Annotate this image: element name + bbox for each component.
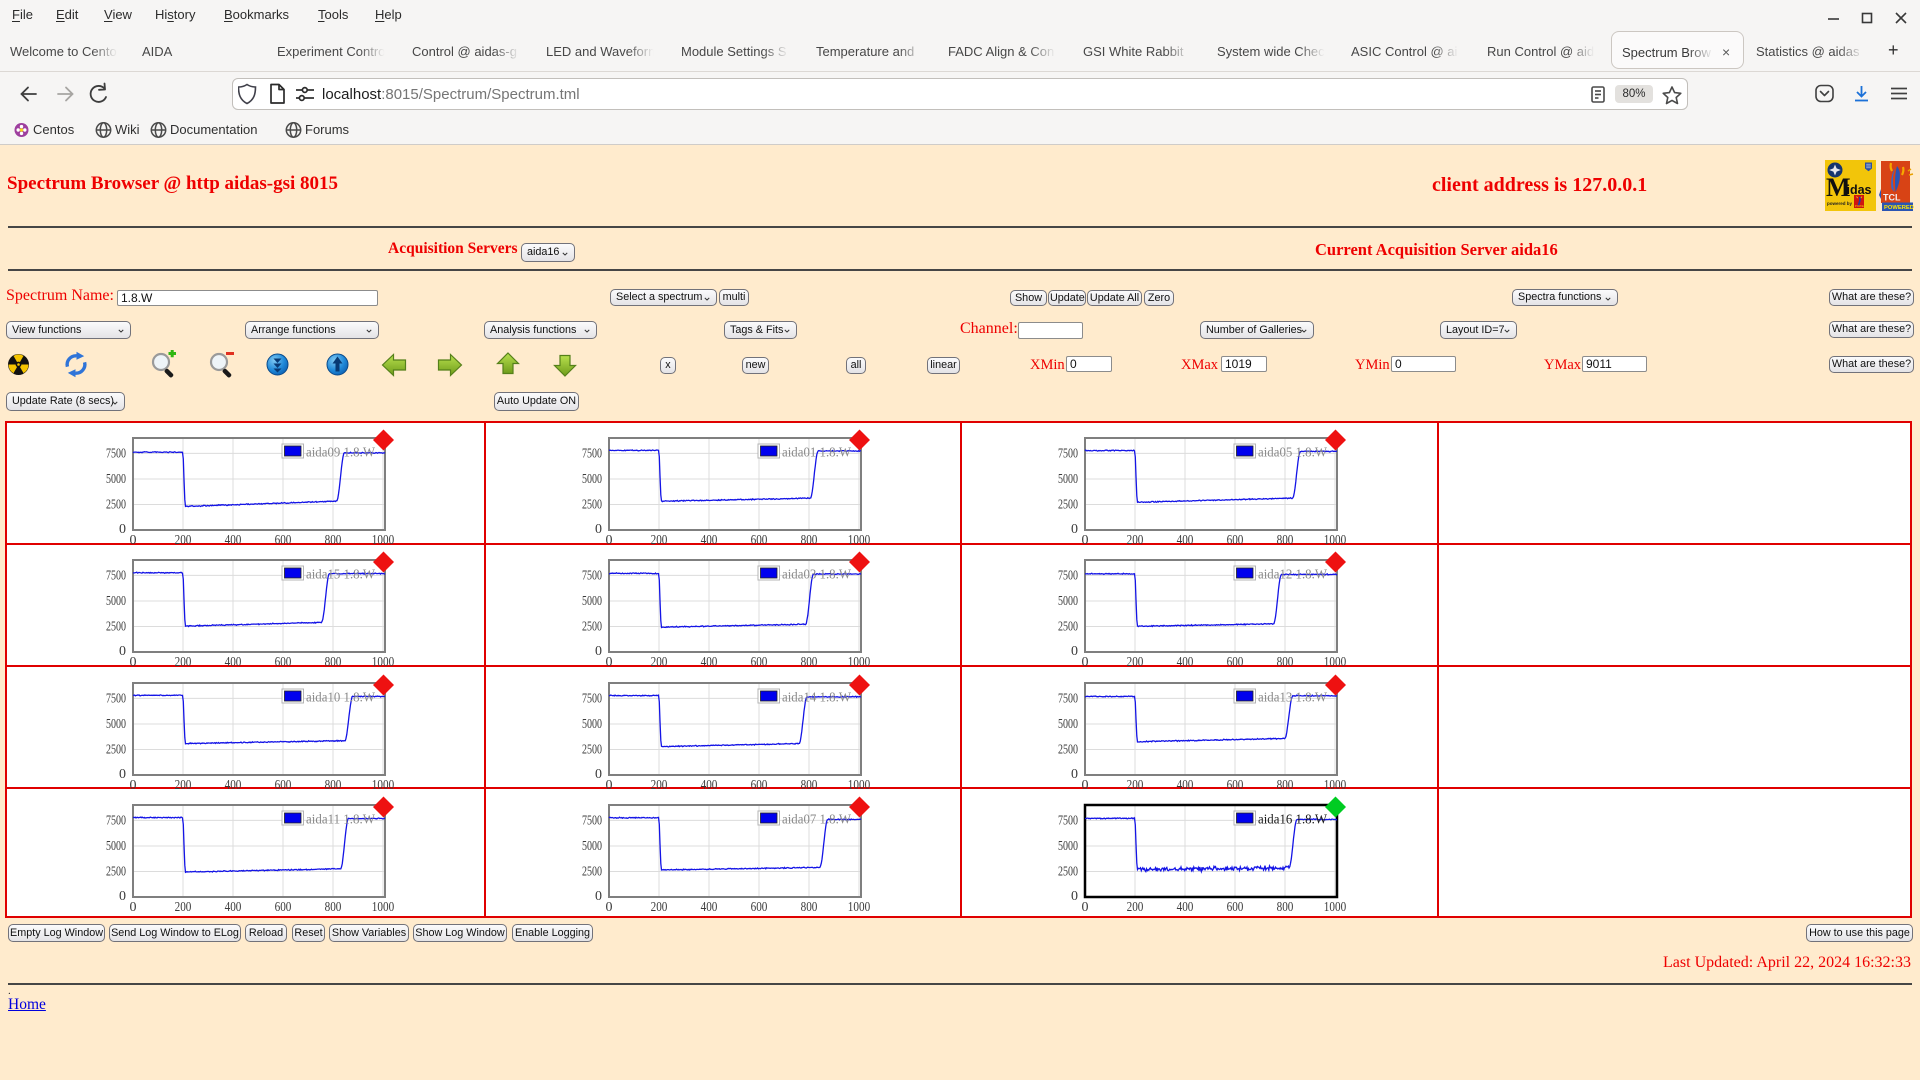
svg-text:2500: 2500 [582,742,602,757]
svg-text:aida09 1.8.W: aida09 1.8.W [306,445,375,460]
svg-text:POWERED: POWERED [1884,205,1914,211]
svg-text:200: 200 [174,900,191,914]
svg-text:7500: 7500 [582,446,602,461]
svg-text:0: 0 [595,767,602,782]
svg-text:2500: 2500 [106,864,126,879]
svg-text:aida16 1.8.W: aida16 1.8.W [1258,811,1327,826]
svg-text:2500: 2500 [582,498,602,513]
svg-text:5000: 5000 [582,472,602,487]
svg-text:aida13 1.8.W: aida13 1.8.W [1258,689,1327,704]
svg-text:5000: 5000 [1058,717,1078,732]
svg-text:7500: 7500 [582,813,602,828]
svg-text:1000: 1000 [1323,900,1345,914]
svg-text:7500: 7500 [106,813,126,828]
svg-text:800: 800 [324,900,341,914]
svg-text:aida05 1.8.W: aida05 1.8.W [1258,445,1327,460]
svg-text:0: 0 [595,522,602,537]
svg-text:0: 0 [119,522,126,537]
svg-text:0: 0 [1071,644,1078,659]
svg-text:2500: 2500 [1058,498,1078,513]
svg-text:2500: 2500 [106,498,126,513]
svg-text:400: 400 [1176,900,1193,914]
svg-text:7500: 7500 [106,569,126,584]
svg-text:7500: 7500 [1058,569,1078,584]
svg-text:idas: idas [1847,183,1872,197]
svg-text:0: 0 [605,900,612,914]
svg-text:0: 0 [1071,522,1078,537]
svg-text:7500: 7500 [1058,691,1078,706]
svg-text:aida07 1.8.W: aida07 1.8.W [782,811,851,826]
svg-text:5000: 5000 [106,717,126,732]
svg-text:powered by: powered by [1827,201,1853,206]
svg-text:5000: 5000 [106,594,126,609]
svg-text:2500: 2500 [106,620,126,635]
svg-text:POWER: POWER [1855,204,1867,208]
svg-text:5000: 5000 [582,594,602,609]
svg-text:200: 200 [650,900,667,914]
svg-text:0: 0 [119,767,126,782]
svg-text:aida01 1.8.W: aida01 1.8.W [782,445,851,460]
svg-text:5000: 5000 [582,839,602,854]
svg-text:0: 0 [119,644,126,659]
svg-text:0: 0 [119,889,126,904]
svg-text:600: 600 [750,900,767,914]
svg-text:800: 800 [1276,900,1293,914]
svg-text:2500: 2500 [106,742,126,757]
svg-text:1000: 1000 [847,900,869,914]
svg-text:400: 400 [224,900,241,914]
svg-text:5000: 5000 [582,717,602,732]
svg-text:200: 200 [1126,900,1143,914]
svg-text:0: 0 [1071,767,1078,782]
svg-text:aida12 1.8.W: aida12 1.8.W [1258,567,1327,582]
svg-text:aida11 1.8.W: aida11 1.8.W [306,811,375,826]
svg-text:aida15 1.8.W: aida15 1.8.W [306,567,375,582]
svg-text:7500: 7500 [582,569,602,584]
svg-text:5000: 5000 [1058,839,1078,854]
svg-text:2500: 2500 [1058,620,1078,635]
svg-text:5000: 5000 [1058,472,1078,487]
svg-text:7500: 7500 [582,691,602,706]
svg-text:0: 0 [129,900,136,914]
svg-text:1000: 1000 [371,900,393,914]
svg-text:2500: 2500 [582,864,602,879]
svg-text:600: 600 [1226,900,1243,914]
svg-text:400: 400 [700,900,717,914]
svg-text:5000: 5000 [106,839,126,854]
svg-text:7500: 7500 [1058,446,1078,461]
svg-text:0: 0 [1071,889,1078,904]
svg-text:2500: 2500 [1058,742,1078,757]
svg-text:5000: 5000 [106,472,126,487]
svg-text:7500: 7500 [1058,813,1078,828]
svg-text:TCL: TCL [1883,193,1901,203]
svg-text:0: 0 [595,644,602,659]
svg-text:2500: 2500 [582,620,602,635]
svg-text:aida14 1.8.W: aida14 1.8.W [782,689,851,704]
svg-text:aida03 1.8.W: aida03 1.8.W [782,567,851,582]
svg-text:0: 0 [1081,900,1088,914]
svg-text:7500: 7500 [106,446,126,461]
svg-text:800: 800 [800,900,817,914]
svg-text:600: 600 [274,900,291,914]
svg-text:aida10 1.8.W: aida10 1.8.W [306,689,375,704]
svg-text:0: 0 [595,889,602,904]
svg-text:7500: 7500 [106,691,126,706]
svg-text:5000: 5000 [1058,594,1078,609]
svg-text:2500: 2500 [1058,864,1078,879]
